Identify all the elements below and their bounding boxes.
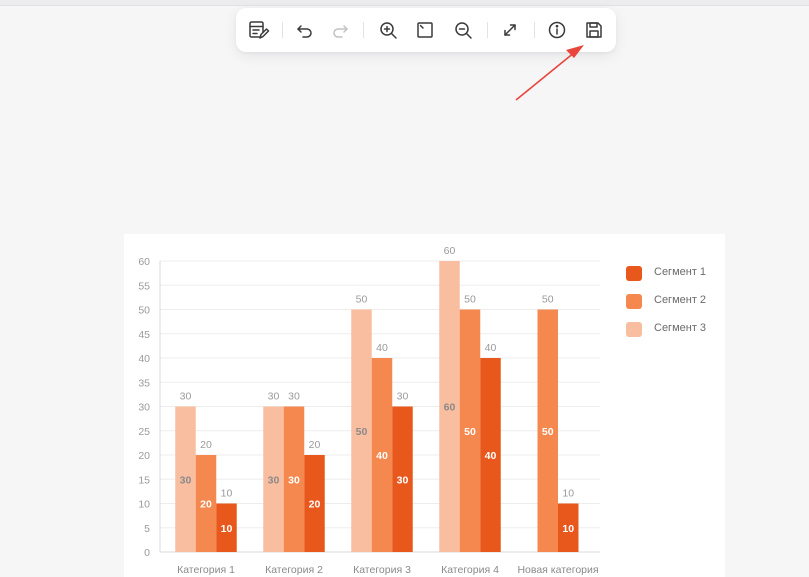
data-label: 30	[268, 391, 280, 403]
y-tick-label: 45	[138, 329, 150, 341]
legend-item: Сегмент 3	[624, 320, 744, 338]
x-tick-label: Новая категория	[517, 564, 598, 576]
legend-swatch	[626, 322, 642, 337]
data-label: 50	[542, 294, 554, 306]
legend-swatch	[626, 294, 642, 309]
data-label: 30	[397, 391, 409, 403]
data-label-inside: 20	[200, 499, 212, 511]
bar-chart: 0 5 10 15 20 25 30 35 40 45 50 55 60 30 30 20 20 10 10 Кате…	[138, 245, 600, 576]
data-label-inside: 30	[397, 474, 409, 486]
legend-item: Сегмент 1	[624, 264, 744, 282]
x-tick-label: Категория 3	[353, 564, 411, 576]
data-label-inside: 30	[288, 474, 300, 486]
y-tick-label: 20	[138, 450, 150, 462]
x-tick-label: Категория 4	[441, 564, 499, 576]
data-label: 20	[309, 439, 321, 451]
data-label: 50	[356, 294, 368, 306]
y-tick-label: 15	[138, 474, 150, 486]
legend-swatch	[626, 266, 642, 281]
data-label-inside: 30	[268, 474, 280, 486]
data-label-inside: 40	[376, 450, 388, 462]
y-tick-label: 10	[138, 499, 150, 511]
data-label-inside: 50	[356, 426, 368, 438]
x-tick-label: Категория 2	[265, 564, 323, 576]
legend-label: Сегмент 1	[654, 266, 707, 278]
data-label: 60	[444, 245, 456, 257]
legend-label: Сегмент 2	[654, 294, 707, 306]
y-tick-label: 35	[138, 377, 150, 389]
y-tick-label: 25	[138, 426, 150, 438]
data-label: 20	[200, 439, 212, 451]
legend-item: Сегмент 2	[624, 292, 744, 310]
data-label-inside: 10	[562, 523, 574, 535]
y-tick-label: 30	[138, 402, 150, 414]
y-tick-label: 5	[144, 523, 150, 535]
data-label: 30	[288, 391, 300, 403]
data-label-inside: 50	[464, 426, 476, 438]
data-label: 40	[485, 342, 497, 354]
y-tick-label: 40	[138, 353, 150, 365]
data-label: 10	[221, 488, 233, 500]
data-label: 50	[464, 294, 476, 306]
data-label: 30	[180, 391, 192, 403]
y-tick-label: 50	[138, 305, 150, 317]
y-tick-label: 60	[138, 256, 150, 268]
x-tick-label: Категория 1	[177, 564, 235, 576]
y-tick-label: 55	[138, 280, 150, 292]
data-label-inside: 10	[221, 523, 233, 535]
data-label-inside: 40	[485, 450, 497, 462]
data-label-inside: 20	[309, 499, 321, 511]
legend-label: Сегмент 3	[654, 322, 707, 334]
y-tick-label: 0	[144, 547, 150, 559]
data-label-inside: 30	[180, 474, 192, 486]
data-label-inside: 60	[444, 402, 456, 414]
data-label: 10	[562, 488, 574, 500]
data-label-inside: 50	[542, 426, 554, 438]
data-label: 40	[376, 342, 388, 354]
